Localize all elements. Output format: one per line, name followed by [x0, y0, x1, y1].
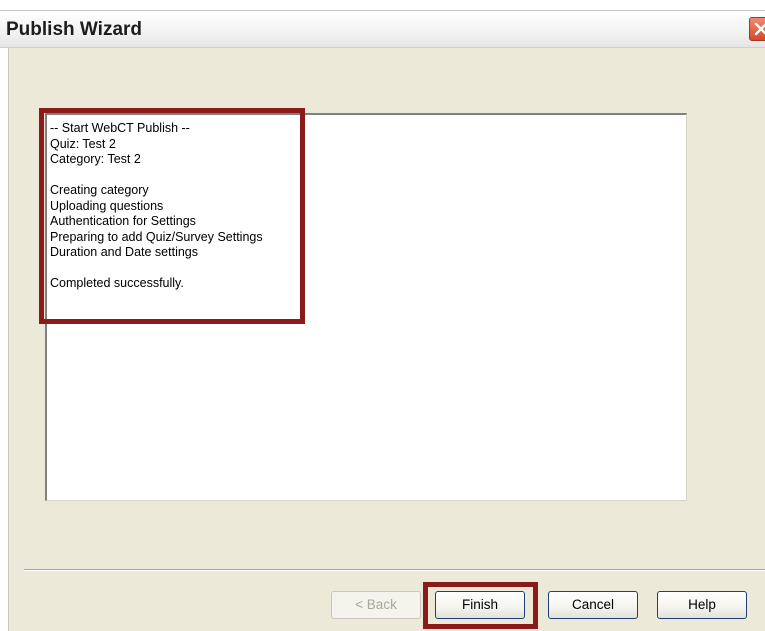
finish-highlight-box	[423, 582, 538, 629]
window-title: Publish Wizard	[6, 19, 143, 40]
close-button[interactable]	[749, 17, 765, 41]
cancel-button[interactable]: Cancel	[548, 591, 638, 619]
close-icon	[754, 22, 765, 36]
log-highlight-box	[39, 108, 305, 324]
publish-wizard-window: Publish Wizard -- Start WebCT Publish --…	[0, 0, 765, 631]
help-button[interactable]: Help	[657, 591, 747, 619]
back-button[interactable]: < Back	[331, 591, 421, 619]
button-separator	[24, 569, 765, 571]
title-bar[interactable]: Publish Wizard	[0, 10, 765, 48]
